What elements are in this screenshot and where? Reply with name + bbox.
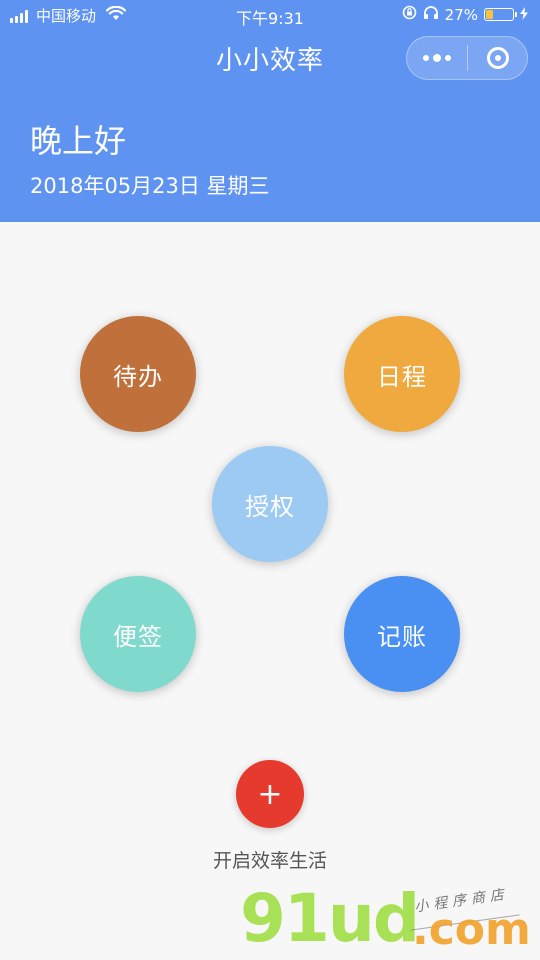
status-bar: 中国移动 下午9:31 27% — [0, 0, 540, 32]
battery-fill — [486, 10, 493, 19]
date-text: 2018年05月23日 星期三 — [30, 174, 270, 198]
battery-icon — [484, 8, 517, 21]
notes-button[interactable]: 便签 — [80, 576, 196, 692]
charging-icon — [520, 6, 528, 24]
miniprogram-capsule — [406, 36, 528, 80]
more-menu-button[interactable] — [407, 37, 467, 79]
greeting-text: 晚上好 — [30, 122, 127, 160]
watermark-logo: 91ud 小程序商店 .com — [240, 880, 540, 960]
todo-button[interactable]: 待办 — [80, 316, 196, 432]
rotation-lock-icon — [402, 5, 417, 24]
target-close-icon — [486, 47, 509, 69]
watermark-domain: .com — [412, 904, 531, 955]
schedule-button[interactable]: 日程 — [344, 316, 460, 432]
add-button[interactable]: + — [236, 760, 304, 828]
headphones-icon — [423, 5, 439, 24]
battery-percent: 27% — [444, 5, 478, 24]
close-miniprogram-button[interactable] — [468, 47, 527, 69]
header-banner: 中国移动 下午9:31 27% 小小效率 晚上好 2018年05月23日 星期三 — [0, 0, 540, 222]
status-right: 27% — [396, 5, 528, 24]
watermark-brand: 91ud — [240, 880, 420, 957]
accounting-button[interactable]: 记账 — [344, 576, 460, 692]
add-button-label: 开启效率生活 — [212, 850, 327, 872]
authorize-button[interactable]: 授权 — [212, 446, 328, 562]
more-dots-icon — [423, 55, 429, 61]
